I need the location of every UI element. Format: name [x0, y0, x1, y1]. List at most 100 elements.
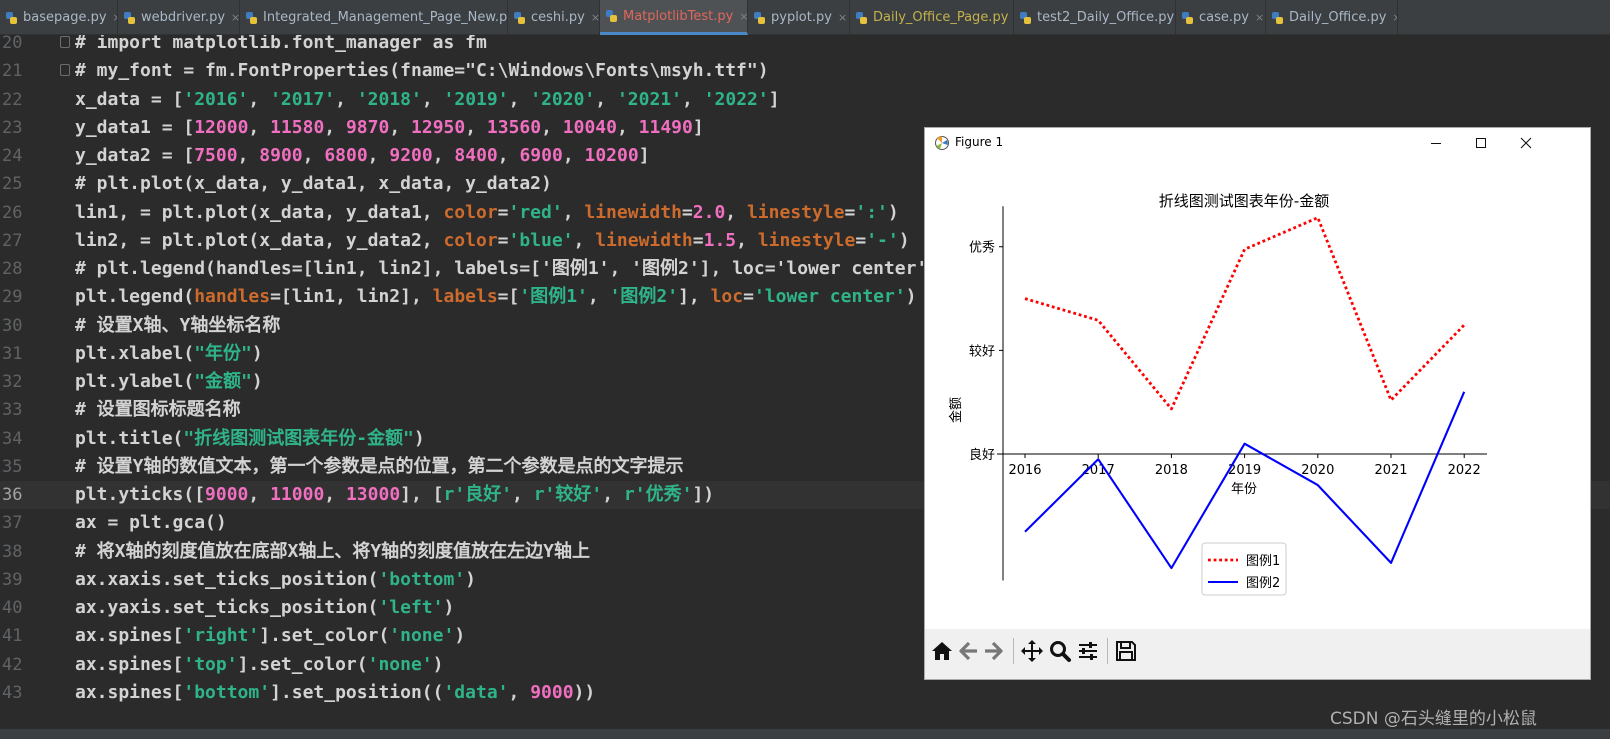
code-token: 12950: [411, 116, 466, 138]
code-token: 9200: [389, 145, 433, 166]
close-tab-icon[interactable]: ×: [1392, 11, 1397, 24]
line-chart: 折线图测试图表年份-金额年份金额2016 2017 2018 2019 2020 2021…: [948, 192, 1487, 596]
forward-arrow-icon[interactable]: [981, 638, 1007, 664]
code-token: linewidth: [595, 229, 693, 251]
code-token: '图例2': [609, 286, 679, 308]
code-token: ,: [562, 201, 585, 223]
code-token: ax.xaxis.set_ticks_position(: [75, 568, 379, 590]
code-token: ax = plt.gca(): [75, 512, 227, 534]
maximize-icon: [1475, 138, 1486, 148]
code-token: # 设置X轴、Y轴坐标名称: [75, 314, 281, 336]
code-text: # plt.legend(handles=[lin1, lin2], label…: [75, 255, 938, 283]
code-token: y_data1 = [: [75, 116, 195, 138]
code-token: color: [443, 201, 498, 223]
code-text: # plt.plot(x_data, y_data1, x_data, y_da…: [75, 170, 552, 198]
code-text: # import matplotlib.font_manager as fm: [75, 35, 487, 57]
code-token: 12000: [194, 116, 249, 138]
code-line[interactable]: 20 # import matplotlib.font_manager as fm: [0, 35, 1610, 57]
code-token: =: [844, 201, 856, 223]
close-tab-icon[interactable]: ×: [591, 11, 599, 24]
tab-integrated-management-page-new-py[interactable]: Integrated_Management_Page_New.py×: [240, 0, 508, 35]
tab-daily-office-py[interactable]: Daily_Office.py ×: [1266, 0, 1398, 35]
tab-label: MatplotlibTest.py: [623, 8, 734, 24]
code-token: ,: [237, 145, 260, 166]
code-token: '2021': [616, 88, 682, 110]
tab-webdriver-py[interactable]: webdriver.py ×: [118, 0, 240, 35]
close-tab-icon[interactable]: ×: [231, 11, 239, 24]
configure-subplots-icon[interactable]: [1075, 638, 1101, 664]
line-number: 29: [2, 287, 23, 308]
code-token: =: [497, 201, 509, 223]
minimize-button[interactable]: [1413, 128, 1458, 158]
close-tab-icon[interactable]: ×: [739, 10, 747, 23]
code-token: handles: [194, 286, 271, 308]
code-token: color: [443, 229, 498, 251]
line-number: 21: [2, 61, 23, 82]
code-token: linewidth: [584, 201, 682, 223]
code-text: # 设置图标标题名称: [75, 396, 241, 424]
code-token: ,: [335, 88, 357, 110]
code-text: x_data = ['2016', '2017', '2018', '2019'…: [75, 86, 780, 114]
code-token: ,: [248, 484, 271, 505]
code-token: ax.yaxis.set_ticks_position(: [75, 597, 379, 618]
tab-label: Daily_Office_Page.py: [873, 10, 1009, 25]
code-token: ,: [248, 88, 271, 110]
code-token: plt.legend(: [75, 286, 195, 308]
home-icon[interactable]: [929, 638, 955, 664]
fold-marker-icon[interactable]: [60, 64, 70, 77]
code-token: # plt.plot(x_data, y_data1, x_data, y_da…: [75, 173, 552, 195]
line-number: 23: [2, 117, 23, 138]
line-number: 34: [2, 428, 23, 449]
code-token: ,: [248, 116, 271, 138]
tab-matplotlibtest-py[interactable]: MatplotlibTest.py ×: [600, 0, 748, 35]
close-tab-icon[interactable]: ×: [838, 11, 847, 24]
code-token: ,: [324, 484, 346, 505]
window-title: Figure 1: [955, 135, 1004, 149]
zoom-icon[interactable]: [1047, 638, 1073, 664]
close-tab-icon[interactable]: ×: [1255, 11, 1264, 24]
line-number: 31: [2, 343, 23, 364]
code-token: ].set_position((: [270, 681, 444, 703]
python-file-icon: [606, 10, 617, 22]
back-arrow-icon[interactable]: [955, 638, 981, 664]
plot-canvas[interactable]: 折线图测试图表年份-金额 年份 金额 2016 2017 2018 2019 2020 2021…: [925, 158, 1590, 629]
navigation-toolbar: [925, 629, 1590, 679]
code-token: ,: [562, 145, 585, 166]
code-text: ax = plt.gca(): [75, 509, 227, 537]
toolbar-separator: [1013, 638, 1014, 664]
code-token: '2016': [183, 88, 249, 110]
code-line[interactable]: 22 x_data = ['2016', '2017', '2018', '201…: [0, 86, 1610, 114]
figure-window[interactable]: Figure 1 折线图测试图表年份-金额 年份 金额 2016 2017 2018 201…: [924, 127, 1591, 680]
code-token: 9000: [205, 484, 249, 505]
tab-daily-office-page-py[interactable]: Daily_Office_Page.py×: [850, 0, 1014, 35]
code-text: ax.yaxis.set_ticks_position('left'): [75, 594, 454, 622]
tab-test2-daily-office-py[interactable]: test2_Daily_Office.py×: [1014, 0, 1176, 35]
maximize-button[interactable]: [1458, 128, 1503, 158]
window-titlebar[interactable]: Figure 1: [925, 128, 1590, 158]
code-token: 6900: [519, 145, 563, 166]
code-token: '2019': [443, 88, 509, 110]
tab-case-py[interactable]: case.py ×: [1176, 0, 1266, 35]
code-line[interactable]: 43 ax.spines['bottom'].set_position(('dat…: [0, 679, 1610, 707]
code-text: ax.xaxis.set_ticks_position('bottom'): [75, 566, 476, 594]
code-token: "年份": [194, 342, 252, 364]
tab-basepage-py[interactable]: basepage.py×: [0, 0, 118, 35]
tab-ceshi-py[interactable]: ceshi.py ×: [508, 0, 600, 35]
code-token: linestyle: [757, 229, 856, 251]
code-token: # 将X轴的刻度值放在底部X轴上、将Y轴的刻度值放在左边Y轴上: [75, 540, 591, 562]
code-token: ,: [682, 88, 704, 110]
code-token: ':': [855, 201, 888, 223]
code-line[interactable]: 21 # my_font = fm.FontProperties(fname="C…: [0, 57, 1610, 85]
pan-icon[interactable]: [1019, 638, 1045, 664]
code-token: ].set_color(: [259, 625, 390, 647]
fold-marker-icon[interactable]: [60, 36, 70, 48]
tab-pyplot-py[interactable]: pyplot.py ×: [748, 0, 850, 35]
code-token: =[lin1, lin2],: [270, 286, 433, 308]
python-file-icon: [1020, 11, 1031, 24]
code-token: r'较好': [533, 484, 603, 505]
line-number: 28: [2, 259, 23, 279]
close-button[interactable]: [1503, 128, 1548, 158]
code-token: loc: [710, 286, 744, 308]
line-number: 40: [2, 598, 23, 618]
save-icon[interactable]: [1113, 638, 1139, 664]
